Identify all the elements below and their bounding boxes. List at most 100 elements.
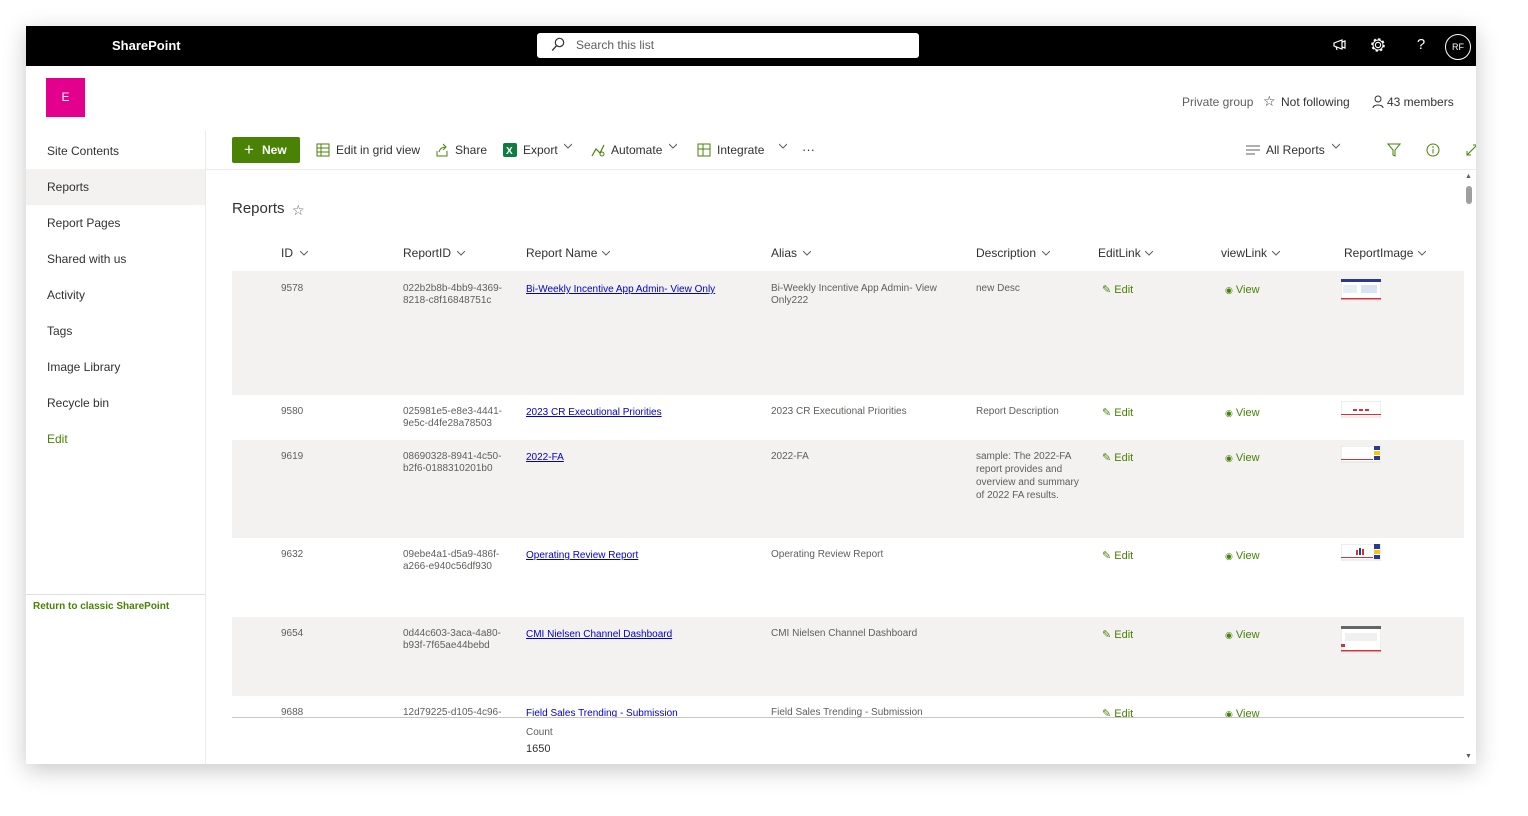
- table-row[interactable]: 9688 12d79225-d105-4c96- Field Sales Tre…: [232, 696, 1464, 717]
- column-header-alias[interactable]: Alias: [771, 246, 811, 263]
- search-icon: [551, 37, 565, 51]
- pencil-icon: ✎: [1102, 708, 1112, 717]
- view-link[interactable]: ◉ View: [1225, 708, 1260, 717]
- report-thumbnail[interactable]: [1341, 626, 1381, 653]
- view-selector[interactable]: All Reports: [1246, 131, 1342, 169]
- table-row[interactable]: 9580 025981e5-e8e3-4441- 9e5c-d4fe28a785…: [232, 395, 1464, 440]
- cell-alias-line1: Operating Review Report: [771, 549, 884, 560]
- privacy-label: Private group: [1182, 95, 1254, 109]
- report-thumbnail[interactable]: [1341, 279, 1381, 301]
- count-label: Count: [526, 727, 553, 738]
- view-link[interactable]: ◉ View: [1225, 452, 1260, 465]
- nav-item-recycle-bin[interactable]: Recycle bin: [26, 385, 205, 421]
- share-button[interactable]: Share: [435, 131, 490, 169]
- svg-text:X: X: [506, 146, 513, 157]
- report-name-link[interactable]: Operating Review Report: [526, 550, 638, 563]
- nav-item-activity[interactable]: Activity: [26, 277, 205, 313]
- view-link[interactable]: ◉ View: [1225, 407, 1260, 420]
- cell-alias-line1: 2022-FA: [771, 451, 809, 462]
- column-header-reportimage[interactable]: ReportImage: [1344, 246, 1426, 263]
- column-header-report-name[interactable]: Report Name: [526, 246, 610, 263]
- nav-item-reports[interactable]: Reports: [26, 169, 205, 205]
- vertical-scrollbar[interactable]: [1466, 186, 1472, 204]
- view-link[interactable]: ◉ View: [1225, 550, 1260, 563]
- scroll-up-arrow-icon[interactable]: ▲: [1465, 173, 1472, 180]
- new-button-label: New: [262, 143, 287, 157]
- expand-icon[interactable]: [1465, 143, 1476, 157]
- report-name-link[interactable]: Field Sales Trending - Submission: [526, 708, 678, 717]
- eye-icon: ◉: [1225, 285, 1233, 295]
- integrate-icon: [697, 143, 711, 157]
- report-name-link[interactable]: Bi-Weekly Incentive App Admin- View Only: [526, 284, 715, 297]
- avatar[interactable]: RF: [1445, 34, 1471, 60]
- edit-grid-view-button[interactable]: Edit in grid view: [316, 131, 421, 169]
- cell-alias-line1: Bi-Weekly Incentive App Admin- View: [771, 283, 937, 294]
- table-row[interactable]: 9654 0d44c603-3aca-4a80- b93f-7f65ae44be…: [232, 617, 1464, 696]
- table-row[interactable]: 9619 08690328-8941-4c50- b2f6-0188310201…: [232, 440, 1464, 538]
- app-launcher-area[interactable]: [26, 26, 106, 66]
- command-bar: + New Edit in grid view Share X Export A…: [206, 131, 1476, 170]
- table-row[interactable]: 9578 022b2b8b-4bb9-4369- 8218-c8f1684875…: [232, 271, 1464, 395]
- excel-icon: X: [503, 143, 517, 157]
- edit-link[interactable]: ✎ Edit: [1102, 407, 1133, 420]
- gear-icon[interactable]: [1369, 36, 1387, 54]
- plus-icon: +: [244, 140, 254, 159]
- integrate-button[interactable]: Integrate: [697, 131, 787, 169]
- follow-button[interactable]: Not following: [1281, 95, 1350, 109]
- edit-link[interactable]: ✎ Edit: [1102, 629, 1133, 642]
- return-to-classic-link[interactable]: Return to classic SharePoint: [33, 601, 169, 612]
- scroll-down-arrow-icon[interactable]: ▼: [1465, 753, 1472, 760]
- favorite-star-icon[interactable]: ☆: [292, 202, 305, 219]
- automate-button[interactable]: Automate: [591, 131, 681, 169]
- report-name-link[interactable]: 2023 CR Executional Priorities: [526, 407, 662, 420]
- column-header-editlink[interactable]: EditLink: [1098, 246, 1153, 263]
- app-name[interactable]: SharePoint: [112, 26, 181, 66]
- cell-id: 9654: [281, 628, 304, 639]
- view-link[interactable]: ◉ View: [1225, 629, 1260, 642]
- chevron-down-icon: [1272, 251, 1280, 256]
- grid-icon: [316, 143, 330, 157]
- new-button[interactable]: + New: [232, 137, 300, 163]
- column-header-reportid[interactable]: ReportID: [403, 246, 465, 263]
- search-box[interactable]: Search this list: [537, 33, 919, 58]
- members-button[interactable]: 43 members: [1387, 95, 1454, 109]
- more-options-button[interactable]: ···: [802, 131, 822, 169]
- edit-link[interactable]: ✎ Edit: [1102, 708, 1133, 717]
- report-name-link[interactable]: 2022-FA: [526, 452, 564, 465]
- export-button[interactable]: X Export: [503, 131, 575, 169]
- automate-icon: [591, 144, 605, 157]
- nav-item-image-library[interactable]: Image Library: [26, 349, 205, 385]
- nav-edit-link[interactable]: Edit: [26, 421, 205, 457]
- edit-link[interactable]: ✎ Edit: [1102, 284, 1133, 297]
- search-input[interactable]: Search this list: [576, 33, 654, 58]
- table-row[interactable]: 9632 09ebe4a1-d5a9-486f- a266-e940c56df9…: [232, 538, 1464, 617]
- cell-description-line2: report provides and: [976, 464, 1063, 475]
- filter-icon[interactable]: [1387, 143, 1401, 157]
- edit-link[interactable]: ✎ Edit: [1102, 452, 1133, 465]
- list-title: Reports: [232, 200, 285, 217]
- nav-item-tags[interactable]: Tags: [26, 313, 205, 349]
- report-thumbnail[interactable]: [1341, 544, 1381, 566]
- info-icon[interactable]: [1426, 143, 1440, 157]
- report-thumbnail[interactable]: [1341, 401, 1381, 423]
- pencil-icon: ✎: [1102, 452, 1112, 464]
- view-link-label: View: [1235, 629, 1260, 641]
- view-link[interactable]: ◉ View: [1225, 284, 1260, 297]
- column-header-description[interactable]: Description: [976, 246, 1050, 263]
- report-thumbnail[interactable]: [1341, 446, 1381, 468]
- nav-item-report-pages[interactable]: Report Pages: [26, 205, 205, 241]
- edit-link-label: Edit: [1114, 452, 1134, 464]
- column-header-viewlink[interactable]: viewLink: [1221, 246, 1280, 263]
- megaphone-icon[interactable]: [1331, 36, 1349, 54]
- help-icon[interactable]: ?: [1412, 35, 1430, 53]
- nav-item-site-contents[interactable]: Site Contents: [26, 133, 205, 169]
- pencil-icon: ✎: [1102, 629, 1112, 641]
- site-logo[interactable]: E: [46, 78, 85, 117]
- report-name-link[interactable]: CMI Nielsen Channel Dashboard: [526, 629, 672, 642]
- star-icon[interactable]: ☆: [1263, 93, 1276, 110]
- edit-grid-label: Edit in grid view: [336, 143, 421, 157]
- nav-item-shared-with-us[interactable]: Shared with us: [26, 241, 205, 277]
- edit-link[interactable]: ✎ Edit: [1102, 550, 1133, 563]
- automate-label: Automate: [611, 143, 663, 157]
- column-header-id[interactable]: ID: [281, 246, 308, 263]
